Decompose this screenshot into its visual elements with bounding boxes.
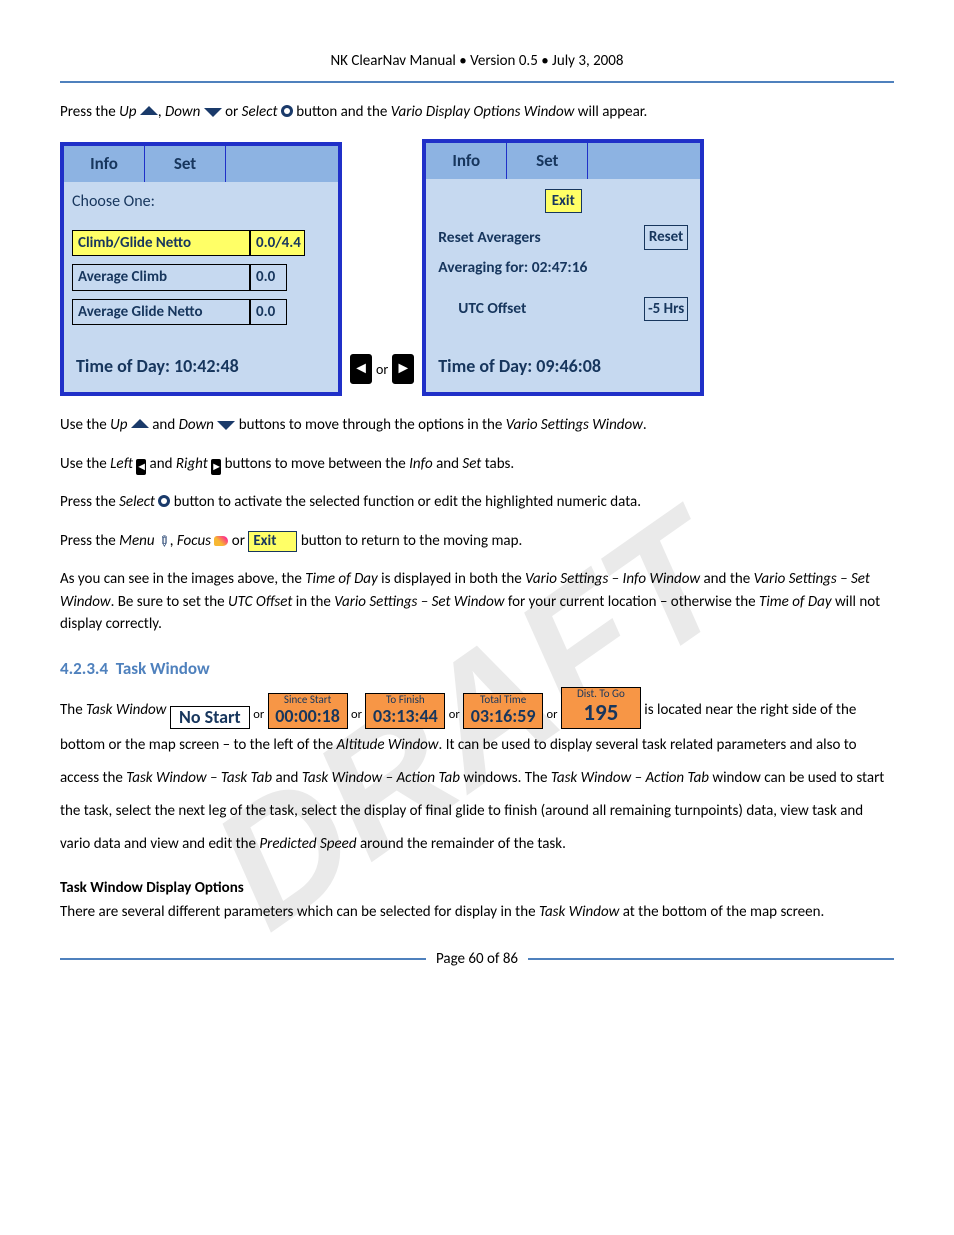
row-value: 0.0: [250, 264, 287, 291]
utc-offset-label: UTC Offset: [438, 297, 526, 320]
or-text: or: [376, 359, 388, 380]
chip-total-time: Total Time03:16:59: [463, 693, 543, 729]
tab-info[interactable]: Info: [426, 143, 507, 179]
tab-empty: [226, 146, 338, 182]
row-climb-glide-netto[interactable]: Climb/Glide Netto0.0/4.4: [72, 230, 330, 257]
tab-set[interactable]: Set: [145, 146, 226, 182]
footer: Page 60 of 86: [60, 948, 894, 971]
time-of-day: Time of Day: 10:42:48: [72, 353, 330, 380]
left-icon: ◄: [136, 459, 146, 475]
page-number: Page 60 of 86: [436, 948, 518, 971]
focus-icon: [214, 536, 228, 546]
exit-button[interactable]: Exit: [545, 189, 582, 214]
row-value: 0.0/4.4: [250, 230, 305, 257]
tab-info[interactable]: Info: [64, 146, 145, 182]
row-label: Average Glide Netto: [72, 299, 250, 326]
select-icon: [158, 495, 170, 507]
screenshots-row: Info Set Choose One: Climb/Glide Netto0.…: [60, 139, 894, 396]
p-task-window: The Task Window No Start or Since Start0…: [60, 687, 894, 861]
select-icon: [281, 105, 293, 117]
up-icon: [131, 419, 149, 430]
reset-button[interactable]: Reset: [644, 225, 688, 250]
row-label: Average Climb: [72, 264, 250, 291]
vario-set-window: Info Set Exit Reset Averagers Reset Aver…: [422, 139, 704, 396]
right-icon: ►: [211, 459, 221, 475]
averaging-for-label: Averaging for: 02:47:16: [438, 256, 587, 279]
p-use-left-right: Use the Left ◄ and Right ► buttons to mo…: [60, 453, 894, 476]
p-time-of-day-note: As you can see in the images above, the …: [60, 568, 894, 636]
page-header: NK ClearNav Manual • Version 0.5 • July …: [60, 50, 894, 79]
chip-to-finish: To Finish03:13:44: [365, 693, 445, 729]
chip-dist-to-go: Dist. To Go195: [561, 687, 641, 729]
intro-paragraph: Press the Up , Down or Select button and…: [60, 101, 894, 124]
tab-set[interactable]: Set: [507, 143, 588, 179]
chip-no-start: No Start: [170, 706, 250, 729]
vario-info-window: Info Set Choose One: Climb/Glide Netto0.…: [60, 142, 342, 396]
reset-averagers-label: Reset Averagers: [438, 226, 540, 249]
row-value: 0.0: [250, 299, 287, 326]
row-average-glide-netto[interactable]: Average Glide Netto0.0: [72, 299, 330, 326]
p-display-options: There are several different parameters w…: [60, 901, 894, 924]
row-label: Climb/Glide Netto: [72, 230, 250, 257]
up-icon: [140, 106, 158, 117]
p-use-up-down: Use the Up and Down buttons to move thro…: [60, 414, 894, 437]
p-press-menu-focus-exit: Press the Menu ✎, Focus or Exit button t…: [60, 530, 894, 553]
row-average-climb[interactable]: Average Climb0.0: [72, 264, 330, 291]
left-arrow-icon: ◄: [350, 354, 372, 384]
header-rule: [60, 81, 894, 83]
chip-since-start: Since Start00:00:18: [268, 693, 348, 729]
down-icon: [204, 106, 222, 117]
time-of-day: Time of Day: 09:46:08: [434, 353, 692, 380]
tab-empty: [588, 143, 700, 179]
utc-offset-value[interactable]: -5 Hrs: [644, 297, 688, 322]
right-arrow-icon: ►: [392, 354, 414, 384]
down-icon: [217, 419, 235, 430]
task-window-display-options-head: Task Window Display Options: [60, 877, 894, 900]
choose-one-label: Choose One:: [72, 190, 330, 214]
left-right-or: ◄ or ►: [350, 354, 414, 396]
exit-button-inline[interactable]: Exit: [248, 531, 297, 553]
p-press-select: Press the Select button to activate the …: [60, 491, 894, 514]
section-4-2-3-4: 4.2.3.4 Task Window: [60, 656, 894, 682]
